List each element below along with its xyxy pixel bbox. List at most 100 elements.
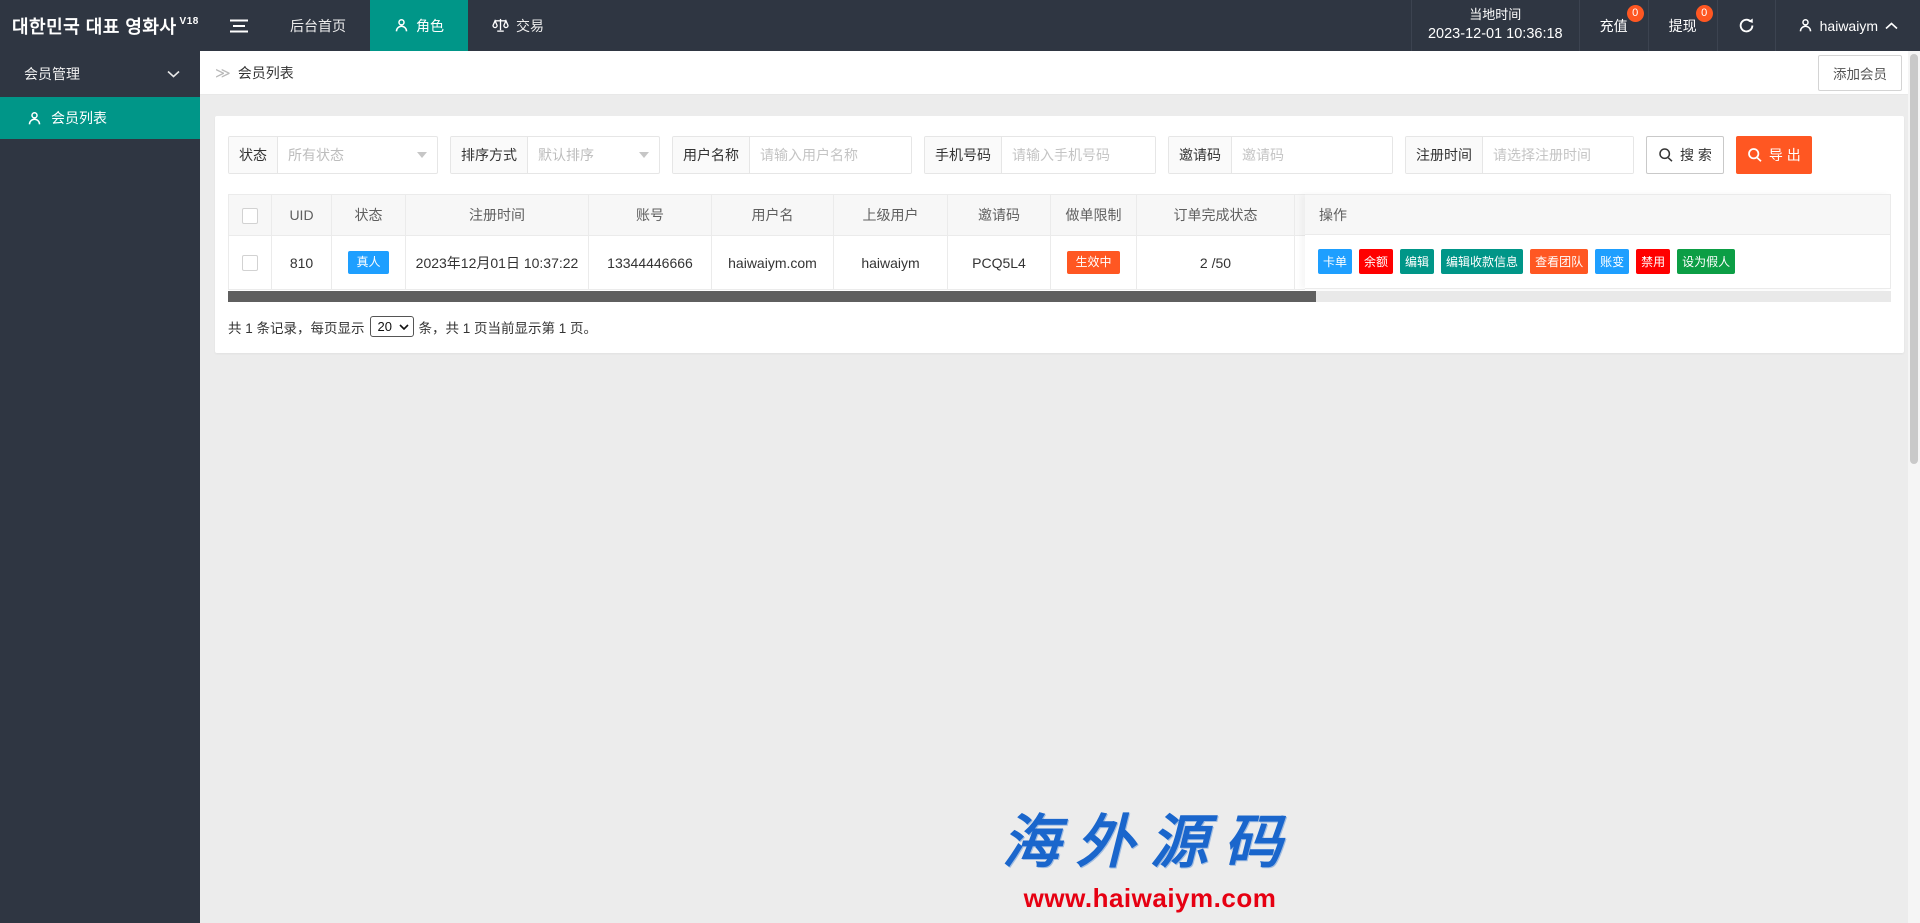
operations-cell: 卡单 余额 编辑 编辑收款信息 查看团队 账变 禁用 设为假人 <box>1305 235 1891 289</box>
select-all-checkbox[interactable] <box>242 208 258 224</box>
action-set-as-bot-button[interactable]: 设为假人 <box>1677 249 1735 274</box>
cell-username: haiwaiym.com <box>712 236 834 290</box>
local-time-label: 当地时间 <box>1469 5 1521 25</box>
dropdown-arrow-icon <box>639 152 649 158</box>
col-header-operations: 操作 <box>1305 194 1891 235</box>
app-logo: 대한민국 대표 영화사 V18 <box>0 0 212 51</box>
tab-transaction[interactable]: 交易 <box>468 0 568 51</box>
action-balance-button[interactable]: 余额 <box>1359 249 1393 274</box>
page-size-select[interactable]: 20 <box>370 316 414 337</box>
sidebar-item-label: 会员列表 <box>51 108 107 128</box>
horizontal-scrollbar[interactable] <box>228 291 1891 302</box>
table-header-row: UID 状态 注册时间 账号 用户名 上级用户 邀请码 做单限制 订单完成状态 <box>229 195 1306 236</box>
col-header-clipped: 余 <box>1295 195 1306 236</box>
phone-filter-label: 手机号码 <box>925 137 1002 173</box>
username-input[interactable] <box>750 137 911 173</box>
person-icon <box>27 111 42 126</box>
page-title: 会员列表 <box>238 63 294 83</box>
tab-backend-home[interactable]: 后台首页 <box>266 0 370 51</box>
pagination: 共 1 条记录，每页显示 20 条，共 1 页当前显示第 1 页。 <box>228 316 1891 337</box>
pagination-prefix: 共 1 条记录，每页显示 <box>228 317 365 337</box>
add-member-button[interactable]: 添加会员 <box>1818 55 1902 91</box>
action-edit-button[interactable]: 编辑 <box>1400 249 1434 274</box>
content-area: 状态 所有状态 排序方式 默认排序 用户名称 <box>200 95 1920 923</box>
status-filter-group: 状态 所有状态 <box>228 136 438 174</box>
tab-role[interactable]: 角色 <box>370 0 468 51</box>
refresh-button[interactable] <box>1717 0 1775 51</box>
user-menu[interactable]: haiwaiym <box>1775 0 1920 51</box>
navbar-spacer <box>568 0 1411 51</box>
col-header-uid: UID <box>272 195 332 236</box>
withdraw-button[interactable]: 提现 0 <box>1648 0 1717 51</box>
vertical-scrollbar-thumb[interactable] <box>1910 54 1918 464</box>
filter-bar: 状态 所有状态 排序方式 默认排序 用户名称 <box>228 136 1891 174</box>
search-button[interactable]: 搜 索 <box>1646 136 1724 174</box>
logo-version: V18 <box>180 16 199 27</box>
action-stuck-order-button[interactable]: 卡单 <box>1318 249 1352 274</box>
withdraw-badge: 0 <box>1696 5 1713 22</box>
phone-input[interactable] <box>1002 137 1155 173</box>
chevron-down-icon <box>167 70 180 78</box>
export-button[interactable]: 导 出 <box>1736 136 1812 174</box>
sidebar-item-member-list[interactable]: 会员列表 <box>0 97 200 139</box>
cell-parent-user: haiwaiym <box>834 236 948 290</box>
recharge-badge: 0 <box>1627 5 1644 22</box>
action-disable-button[interactable]: 禁用 <box>1636 249 1670 274</box>
local-time-value: 2023-12-01 10:36:18 <box>1428 24 1563 46</box>
col-header-status: 状态 <box>332 195 406 236</box>
action-view-team-button[interactable]: 查看团队 <box>1530 249 1588 274</box>
order-limit-badge: 生效中 <box>1067 251 1119 273</box>
operations-column: 操作 卡单 余额 编辑 编辑收款信息 查看团队 账变 禁用 设为假人 <box>1305 194 1891 289</box>
cell-order-progress: 2 /50 <box>1137 236 1295 290</box>
sort-select[interactable]: 默认排序 <box>528 137 659 173</box>
cell-clipped: 0 <box>1295 236 1306 290</box>
chevron-up-icon <box>1885 22 1898 30</box>
user-icon <box>1798 18 1813 33</box>
reg-time-input[interactable] <box>1483 137 1633 173</box>
horizontal-scrollbar-thumb[interactable] <box>228 291 1316 302</box>
refresh-icon <box>1738 17 1755 34</box>
table-scroll-area[interactable]: UID 状态 注册时间 账号 用户名 上级用户 邀请码 做单限制 订单完成状态 <box>228 194 1305 290</box>
status-select-value: 所有状态 <box>288 145 344 165</box>
col-header-parent-user: 上级用户 <box>834 195 948 236</box>
cell-invite-code: PCQ5L4 <box>948 236 1051 290</box>
navbar: 대한민국 대표 영화사 V18 后台首页 角色 交易 当地时间 2023-12-… <box>0 0 1920 51</box>
member-table: UID 状态 注册时间 账号 用户名 上级用户 邀请码 做单限制 订单完成状态 <box>228 194 1891 302</box>
col-header-order-limit: 做单限制 <box>1051 195 1137 236</box>
invite-code-filter-group: 邀请码 <box>1168 136 1393 174</box>
invite-code-input[interactable] <box>1232 137 1392 173</box>
action-edit-payment-info-button[interactable]: 编辑收款信息 <box>1441 249 1523 274</box>
sidebar-group-member-management[interactable]: 会员管理 <box>0 51 200 97</box>
logo-text: 대한민국 대표 영화사 <box>12 13 177 39</box>
withdraw-label: 提现 <box>1669 16 1697 36</box>
recharge-label: 充值 <box>1600 16 1628 36</box>
scales-icon <box>492 18 509 33</box>
cell-reg-time: 2023年12月01日 10:37:22 <box>406 236 589 290</box>
local-time: 当地时间 2023-12-01 10:36:18 <box>1411 0 1579 51</box>
recharge-button[interactable]: 充值 0 <box>1579 0 1648 51</box>
col-header-reg-time: 注册时间 <box>406 195 589 236</box>
sidebar-group-label: 会员管理 <box>24 64 80 84</box>
member-list-card: 状态 所有状态 排序方式 默认排序 用户名称 <box>215 116 1904 353</box>
status-badge: 真人 <box>348 251 388 273</box>
username-filter-label: 用户名称 <box>673 137 750 173</box>
col-header-order-progress: 订单完成状态 <box>1137 195 1295 236</box>
tab-label: 后台首页 <box>290 16 346 36</box>
tab-label: 交易 <box>516 16 544 36</box>
export-button-label: 导 出 <box>1769 145 1801 165</box>
col-header-invite-code: 邀请码 <box>948 195 1051 236</box>
status-select[interactable]: 所有状态 <box>278 137 437 173</box>
table-row: 810 真人 2023年12月01日 10:37:22 13344446666 … <box>229 236 1306 290</box>
breadcrumb-bar: ≫ 会员列表 添加会员 <box>200 51 1920 95</box>
username-label: haiwaiym <box>1820 18 1878 34</box>
tab-label: 角色 <box>416 16 444 36</box>
sidebar: 会员管理 会员列表 <box>0 51 200 923</box>
action-account-change-button[interactable]: 账变 <box>1595 249 1629 274</box>
row-checkbox[interactable] <box>242 255 258 271</box>
person-icon <box>394 18 409 33</box>
hamburger-menu-button[interactable] <box>212 0 266 51</box>
search-icon <box>1747 147 1763 163</box>
vertical-scrollbar[interactable] <box>1908 51 1920 923</box>
sort-filter-group: 排序方式 默认排序 <box>450 136 660 174</box>
status-filter-label: 状态 <box>229 137 278 173</box>
